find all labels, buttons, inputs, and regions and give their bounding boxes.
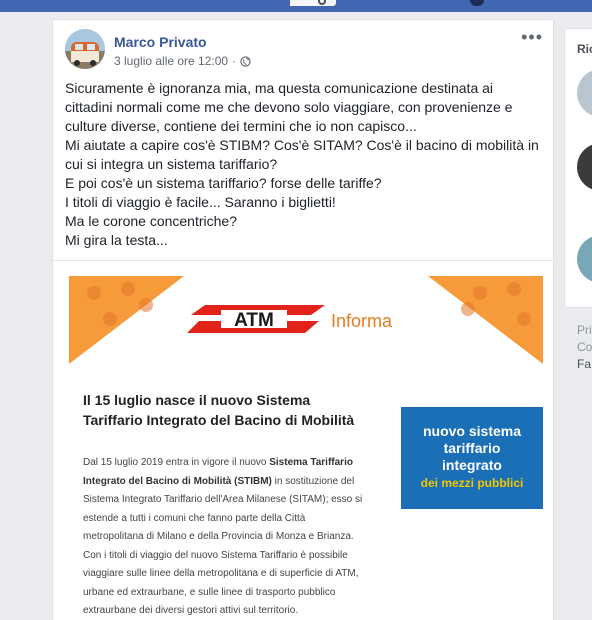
post-timestamp[interactable]: 3 luglio alle ore 12:00	[114, 54, 228, 68]
van-photo-icon	[65, 29, 105, 69]
suggested-avatar[interactable]	[577, 69, 592, 117]
post-header: Marco Privato 3 luglio alle ore 12:00 · …	[53, 20, 553, 80]
right-sidebar-card: Ric	[564, 28, 592, 308]
body-line: Integrato del Bacino di Mobilità (STIBM)…	[83, 475, 355, 487]
post-text-line: Mi gira la testa...	[65, 232, 168, 248]
badge-line: tariffario	[443, 440, 501, 456]
notice-body: Dal 15 luglio 2019 entra in vigore il nu…	[83, 454, 373, 620]
footer-link[interactable]: Co	[577, 339, 592, 356]
body-line: extraurbane dei diversi gestori attivi s…	[83, 605, 299, 616]
post-text-line: cui si integra un sistema tariffario?	[65, 156, 278, 172]
post-text-line: E poi cos'è un sistema tariffario? forse…	[65, 175, 382, 191]
notice-headline: Il 15 luglio nasce il nuovo Sistema Tari…	[83, 390, 373, 430]
informa-label: Informa	[331, 311, 393, 331]
meta-separator: ·	[232, 54, 237, 68]
body-line: viaggiare sulle linee della metropolitan…	[83, 568, 359, 579]
profile-avatar-icon[interactable]	[470, 0, 484, 6]
headline-line: Tariffario Integrato del Bacino di Mobil…	[83, 412, 355, 428]
globe-icon[interactable]	[240, 55, 251, 67]
author-name[interactable]: Marco Privato	[114, 34, 207, 50]
atm-logo: ATM	[187, 305, 325, 333]
post-text-line: Mi aiutate a capire cos'è STIBM? Cos'è S…	[65, 137, 539, 153]
suggested-avatar[interactable]	[577, 235, 592, 283]
map-pin-icon	[473, 286, 487, 300]
post-message: Sicuramente è ignoranza mia, ma questa c…	[65, 79, 545, 250]
author-avatar[interactable]	[65, 29, 105, 69]
post-meta: 3 luglio alle ore 12:00 ·	[114, 54, 251, 68]
more-options-icon[interactable]: •••	[521, 28, 543, 46]
badge-line: integrato	[442, 457, 502, 473]
map-pin-icon	[121, 282, 135, 296]
sidebar-title: Ric	[577, 42, 592, 56]
atm-banner: ATM Informa	[69, 276, 543, 364]
footer-links: Pri Co Fa	[577, 322, 592, 373]
badge-line: nuovo sistema	[422, 423, 522, 439]
body-line: Sistema Integrato Tariffario dell'Area M…	[83, 494, 363, 505]
post-text-line: Sicuramente è ignoranza mia, ma questa c…	[65, 80, 494, 96]
new-system-badge: nuovo sistema tariffario integrato dei m…	[401, 407, 543, 509]
body-line: Dal 15 luglio 2019 entra in vigore il nu…	[83, 457, 353, 468]
body-line: estende a tutti i comuni che fanno parte…	[83, 512, 306, 524]
feed-post: Marco Privato 3 luglio alle ore 12:00 · …	[52, 19, 554, 620]
post-text-line: Ma le corone concentriche?	[65, 213, 237, 229]
top-navigation-bar	[0, 0, 592, 12]
suggested-avatar[interactable]	[577, 143, 592, 191]
footer-link[interactable]: Pri	[577, 322, 592, 339]
map-pin-icon	[87, 286, 101, 300]
post-text-line: I titoli di viaggio è facile... Saranno …	[65, 194, 336, 210]
body-line: urbane ed extraurbane, e sulle linee di …	[83, 586, 336, 598]
badge-line: dei mezzi pubblici	[420, 476, 524, 490]
map-pin-icon	[461, 302, 475, 316]
body-line: Con i titoli di viaggio del nuovo Sistem…	[83, 549, 348, 561]
post-text-line: culture diverse, contiene dei termini ch…	[65, 118, 417, 134]
map-pin-icon	[139, 298, 153, 312]
shared-image[interactable]: ATM Informa Il 15 luglio nasce il nuovo …	[67, 276, 543, 620]
search-field-end[interactable]	[290, 0, 336, 6]
map-pin-icon	[103, 312, 117, 326]
map-pin-icon	[507, 282, 521, 296]
map-pin-icon	[517, 312, 531, 326]
post-divider	[53, 260, 553, 261]
atm-logo-text: ATM	[234, 310, 274, 331]
headline-line: Il 15 luglio nasce il nuovo Sistema	[83, 392, 311, 408]
body-line: metropolitana di Milano e della Provinci…	[83, 531, 354, 542]
post-text-line: cittadini normali come me che devono sol…	[65, 99, 513, 115]
footer-link[interactable]: Fa	[577, 356, 592, 373]
